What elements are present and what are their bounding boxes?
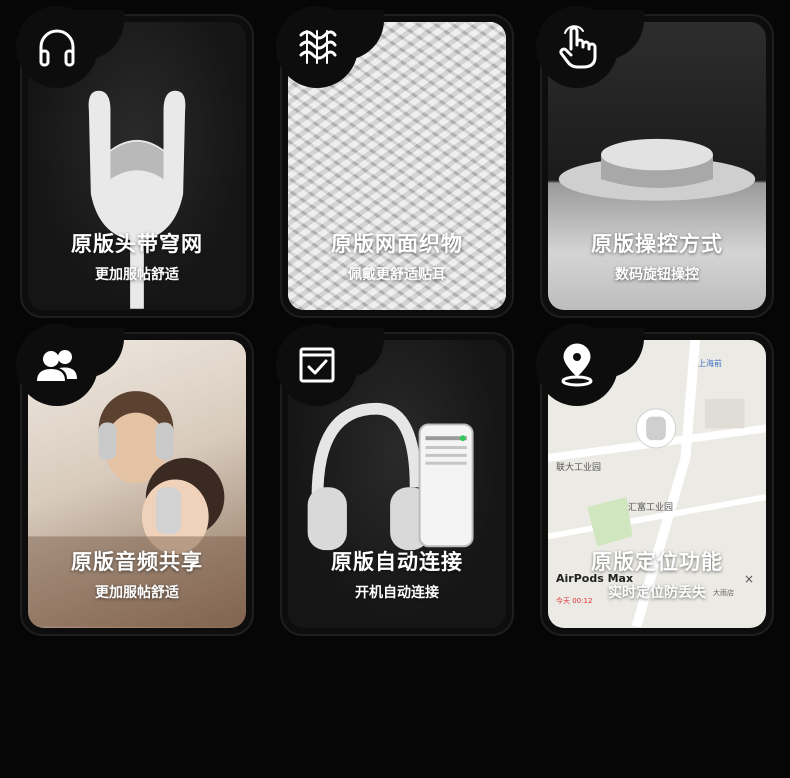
feature-card-mesh-fabric: 原版网面织物 佩戴更舒适贴耳	[276, 6, 514, 318]
card-title: 原版操控方式	[591, 232, 723, 256]
feature-card-auto-connect: 原版自动连接 开机自动连接	[276, 324, 514, 636]
card-subtitle: 实时定位防丢失	[608, 585, 706, 601]
card-subtitle: 佩戴更舒适贴耳	[348, 267, 446, 283]
feature-card-audio-sharing: 原版音频共享 更加服帖舒适	[16, 324, 254, 636]
card-title: 原版头带穹网	[71, 232, 203, 256]
feature-card-headband: 原版头带穹网 更加服帖舒适	[16, 6, 254, 318]
card-title: 原版定位功能	[591, 550, 723, 574]
headphones-icon	[16, 6, 98, 88]
card-title: 原版自动连接	[331, 550, 463, 574]
card-subtitle: 更加服帖舒适	[95, 267, 179, 283]
card-title: 原版音频共享	[71, 550, 203, 574]
card-subtitle: 数码旋钮操控	[615, 267, 699, 283]
checkbox-icon	[276, 324, 358, 406]
feature-card-location: 联大工业园 汇富工业园 上海前 大雨店 AirPods Max 今天 00:12…	[536, 324, 774, 636]
hand-pointer-icon	[536, 6, 618, 88]
card-title: 原版网面织物	[331, 232, 463, 256]
map-label: 上海前	[698, 359, 722, 368]
knit-fabric-icon	[276, 6, 358, 88]
card-subtitle: 更加服帖舒适	[95, 585, 179, 601]
map-label: 汇富工业园	[628, 503, 674, 513]
feature-card-control: 原版操控方式 数码旋钮操控	[536, 6, 774, 318]
map-label: 联大工业园	[556, 463, 602, 473]
location-pin-icon	[536, 324, 618, 406]
card-subtitle: 开机自动连接	[355, 585, 439, 601]
users-icon	[16, 324, 98, 406]
